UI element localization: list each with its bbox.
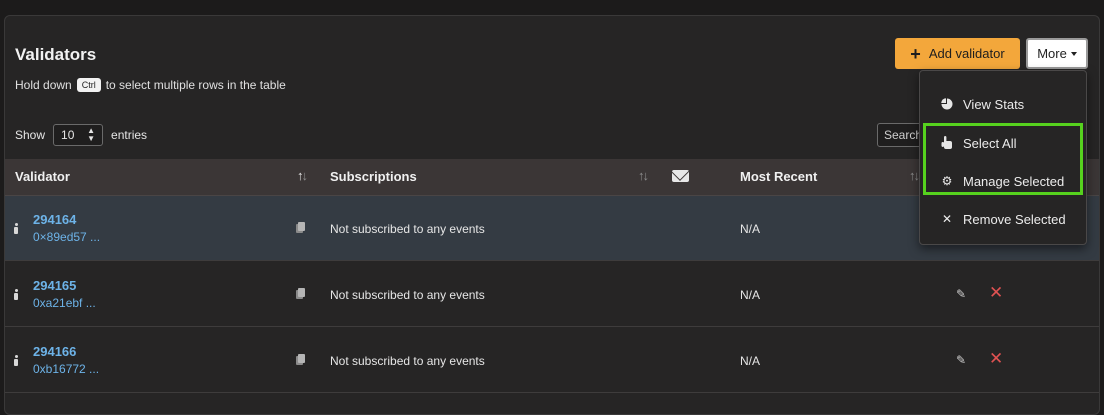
validator-index-link[interactable]: 294165 — [33, 278, 76, 293]
more-dropdown-menu: View Stats Select All ⚙ Manage Selected … — [919, 70, 1087, 245]
person-icon — [14, 223, 18, 234]
sort-icon[interactable]: ↑↓ — [909, 168, 920, 183]
envelope-icon — [672, 170, 689, 182]
multi-select-hint: Hold down Ctrl to select multiple rows i… — [15, 78, 286, 92]
most-recent-cell: N/A — [740, 222, 761, 236]
entries-select[interactable]: 10 ▲ ▼ — [53, 124, 104, 146]
validator-address-link[interactable]: 0×89ed57 ... — [33, 230, 100, 244]
most-recent-cell: N/A — [740, 354, 761, 368]
column-header-validator[interactable]: Validator — [15, 169, 70, 184]
delete-x-icon[interactable]: ✕ — [989, 349, 1003, 369]
validator-address-link[interactable]: 0xa21ebf ... — [33, 296, 96, 310]
edit-pencil-icon[interactable]: ✎ — [956, 353, 966, 367]
subscriptions-cell: Not subscribed to any events — [330, 288, 485, 302]
validator-index-link[interactable]: 294164 — [33, 212, 76, 227]
delete-x-icon[interactable]: ✕ — [989, 283, 1003, 303]
hint-text-after: to select multiple rows in the table — [105, 78, 286, 92]
validators-card: Validators Hold down Ctrl to select mult… — [4, 15, 1100, 415]
caret-down-icon — [1070, 51, 1077, 56]
pie-chart-icon — [940, 98, 954, 110]
sort-icon[interactable]: ↑↓ — [638, 168, 649, 183]
table-row[interactable]: 294166 0xb16772 ... Not subscribed to an… — [5, 328, 1099, 393]
validator-address-link[interactable]: 0xb16772 ... — [33, 362, 99, 376]
copy-icon[interactable] — [296, 222, 305, 233]
more-label: More — [1037, 46, 1067, 61]
subscriptions-cell: Not subscribed to any events — [330, 354, 485, 368]
menu-item-manage-selected[interactable]: ⚙ Manage Selected — [920, 169, 1086, 193]
gear-icon: ⚙ — [941, 174, 953, 188]
menu-item-view-stats[interactable]: View Stats — [920, 92, 1086, 116]
hint-text-before: Hold down — [15, 78, 72, 92]
column-header-most-recent[interactable]: Most Recent — [740, 169, 817, 184]
entries-length-control: Show 10 ▲ ▼ entries — [15, 124, 147, 146]
sort-icon[interactable]: ↑↓ — [297, 168, 308, 183]
validator-index-link[interactable]: 294166 — [33, 344, 76, 359]
edit-pencil-icon[interactable]: ✎ — [956, 287, 966, 301]
add-validator-button[interactable]: + Add validator — [895, 38, 1020, 69]
page-title: Validators — [15, 45, 97, 64]
show-label: Show — [15, 128, 46, 142]
table-row[interactable]: 294165 0xa21ebf ... Not subscribed to an… — [5, 262, 1099, 327]
menu-item-remove-selected[interactable]: ✕ Remove Selected — [920, 207, 1086, 231]
column-header-subscriptions[interactable]: Subscriptions — [330, 169, 417, 184]
menu-item-label: Select All — [963, 135, 1017, 151]
more-button[interactable]: More — [1026, 38, 1088, 69]
menu-item-select-all[interactable]: Select All — [920, 131, 1086, 155]
close-icon: ✕ — [941, 212, 953, 226]
ctrl-key-badge: Ctrl — [76, 78, 101, 92]
copy-icon[interactable] — [296, 354, 305, 365]
most-recent-cell: N/A — [740, 288, 761, 302]
add-validator-label: Add validator — [928, 46, 1005, 61]
subscriptions-cell: Not subscribed to any events — [330, 222, 485, 236]
menu-item-label: Remove Selected — [963, 211, 1066, 227]
menu-item-label: Manage Selected — [963, 173, 1065, 189]
hand-pointer-icon — [940, 136, 954, 150]
person-icon — [14, 355, 18, 366]
sort-arrows-icon: ▲ ▼ — [87, 126, 96, 143]
plus-icon: + — [910, 43, 921, 64]
person-icon — [14, 289, 18, 300]
menu-item-label: View Stats — [963, 96, 1025, 112]
entries-label: entries — [111, 128, 148, 142]
entries-value: 10 — [61, 128, 75, 142]
copy-icon[interactable] — [296, 288, 305, 299]
